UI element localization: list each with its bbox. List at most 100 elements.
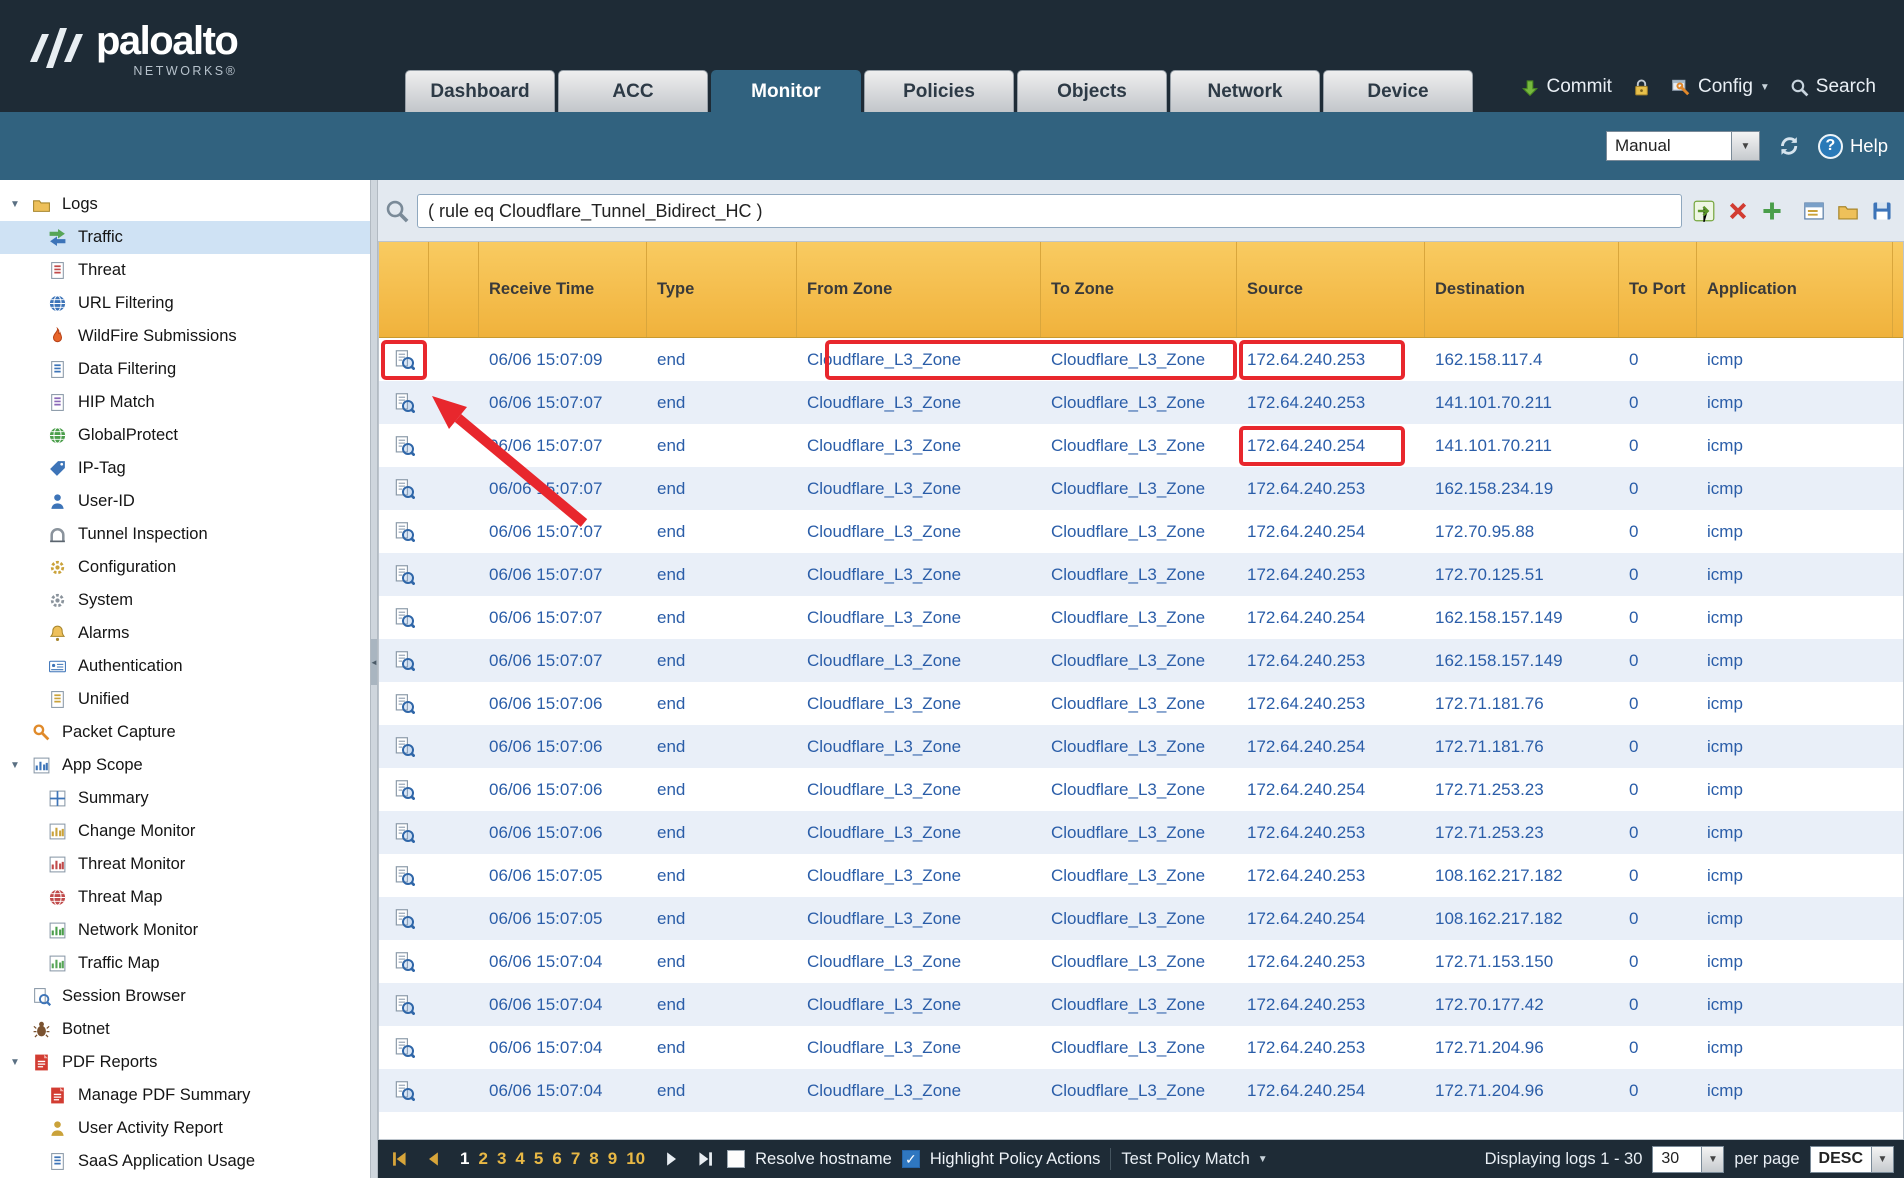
cell-application[interactable]: icmp bbox=[1697, 565, 1893, 585]
cell-source[interactable]: 172.64.240.254 bbox=[1237, 737, 1425, 757]
log-detail-icon[interactable] bbox=[379, 1037, 429, 1058]
cell-source[interactable]: 172.64.240.253 bbox=[1237, 350, 1425, 370]
cell-from-zone[interactable]: Cloudflare_L3_Zone bbox=[797, 350, 1041, 370]
cell-action[interactable]: a bbox=[1893, 866, 1904, 886]
cell-from-zone[interactable]: Cloudflare_L3_Zone bbox=[797, 995, 1041, 1015]
cell-destination[interactable]: 172.70.95.88 bbox=[1425, 522, 1619, 542]
log-detail-icon[interactable] bbox=[379, 607, 429, 628]
cell-action[interactable]: a bbox=[1893, 1038, 1904, 1058]
cell-to-zone[interactable]: Cloudflare_L3_Zone bbox=[1041, 608, 1237, 628]
log-detail-icon[interactable] bbox=[379, 908, 429, 929]
cell-application[interactable]: icmp bbox=[1697, 995, 1893, 1015]
cell-action[interactable]: a bbox=[1893, 522, 1904, 542]
tab-device[interactable]: Device bbox=[1323, 70, 1473, 112]
cell-from-zone[interactable]: Cloudflare_L3_Zone bbox=[797, 436, 1041, 456]
commit-interval-select[interactable]: Manual ▼ bbox=[1606, 131, 1760, 161]
cell-destination[interactable]: 172.71.153.150 bbox=[1425, 952, 1619, 972]
cell-application[interactable]: icmp bbox=[1697, 393, 1893, 413]
sidebar-item-threat-map[interactable]: Threat Map bbox=[0, 881, 370, 914]
cell-to-zone[interactable]: Cloudflare_L3_Zone bbox=[1041, 823, 1237, 843]
sidebar-item-app-scope[interactable]: ▼App Scope bbox=[0, 749, 370, 782]
cell-to-port[interactable]: 0 bbox=[1619, 393, 1697, 413]
clear-filter-button[interactable] bbox=[1723, 197, 1752, 226]
sidebar-item-network-monitor[interactable]: Network Monitor bbox=[0, 914, 370, 947]
cell-to-zone[interactable]: Cloudflare_L3_Zone bbox=[1041, 651, 1237, 671]
cell-action[interactable]: a bbox=[1893, 909, 1904, 929]
cell-from-zone[interactable]: Cloudflare_L3_Zone bbox=[797, 866, 1041, 886]
cell-action[interactable]: a bbox=[1893, 995, 1904, 1015]
cell-destination[interactable]: 172.70.125.51 bbox=[1425, 565, 1619, 585]
cell-application[interactable]: icmp bbox=[1697, 436, 1893, 456]
search-button[interactable]: Search bbox=[1790, 76, 1876, 98]
cell-destination[interactable]: 141.101.70.211 bbox=[1425, 393, 1619, 413]
column-header-action[interactable]: A bbox=[1893, 242, 1904, 337]
log-detail-icon[interactable] bbox=[379, 349, 429, 370]
sidebar-item-summary[interactable]: Summary bbox=[0, 782, 370, 815]
cell-application[interactable]: icmp bbox=[1697, 694, 1893, 714]
sidebar-item-authentication[interactable]: Authentication bbox=[0, 650, 370, 683]
cell-from-zone[interactable]: Cloudflare_L3_Zone bbox=[797, 651, 1041, 671]
sidebar-item-ip-tag[interactable]: IP-Tag bbox=[0, 452, 370, 485]
cell-to-zone[interactable]: Cloudflare_L3_Zone bbox=[1041, 780, 1237, 800]
sidebar-item-packet-capture[interactable]: Packet Capture bbox=[0, 716, 370, 749]
page-number-8[interactable]: 8 bbox=[589, 1149, 598, 1169]
cell-application[interactable]: icmp bbox=[1697, 1038, 1893, 1058]
log-detail-icon[interactable] bbox=[379, 1080, 429, 1101]
cell-application[interactable]: icmp bbox=[1697, 651, 1893, 671]
sidebar-item-user-activity-report[interactable]: User Activity Report bbox=[0, 1112, 370, 1145]
cell-to-port[interactable]: 0 bbox=[1619, 909, 1697, 929]
cell-to-zone[interactable]: Cloudflare_L3_Zone bbox=[1041, 522, 1237, 542]
collapse-sidebar-handle[interactable]: ◄ bbox=[371, 639, 377, 685]
cell-to-zone[interactable]: Cloudflare_L3_Zone bbox=[1041, 1081, 1237, 1101]
cell-source[interactable]: 172.64.240.253 bbox=[1237, 952, 1425, 972]
column-header-type[interactable]: Type bbox=[647, 242, 797, 337]
column-header-from-zone[interactable]: From Zone bbox=[797, 242, 1041, 337]
cell-from-zone[interactable]: Cloudflare_L3_Zone bbox=[797, 909, 1041, 929]
sidebar-item-wildfire-submissions[interactable]: WildFire Submissions bbox=[0, 320, 370, 353]
cell-application[interactable]: icmp bbox=[1697, 522, 1893, 542]
cell-to-port[interactable]: 0 bbox=[1619, 522, 1697, 542]
filter-query-input[interactable] bbox=[417, 194, 1682, 228]
cell-source[interactable]: 172.64.240.254 bbox=[1237, 436, 1425, 456]
cell-from-zone[interactable]: Cloudflare_L3_Zone bbox=[797, 1081, 1041, 1101]
cell-from-zone[interactable]: Cloudflare_L3_Zone bbox=[797, 608, 1041, 628]
first-page-button[interactable] bbox=[388, 1147, 412, 1171]
cell-to-port[interactable]: 0 bbox=[1619, 479, 1697, 499]
cell-destination[interactable]: 172.71.181.76 bbox=[1425, 694, 1619, 714]
cell-destination[interactable]: 172.71.204.96 bbox=[1425, 1081, 1619, 1101]
sidebar-splitter[interactable]: ◄ bbox=[370, 180, 378, 1178]
sidebar-item-alarms[interactable]: Alarms bbox=[0, 617, 370, 650]
page-number-2[interactable]: 2 bbox=[478, 1149, 487, 1169]
cell-source[interactable]: 172.64.240.253 bbox=[1237, 393, 1425, 413]
cell-to-zone[interactable]: Cloudflare_L3_Zone bbox=[1041, 952, 1237, 972]
cell-action[interactable]: a bbox=[1893, 823, 1904, 843]
sidebar-item-user-id[interactable]: User-ID bbox=[0, 485, 370, 518]
sidebar-item-configuration[interactable]: Configuration bbox=[0, 551, 370, 584]
page-number-5[interactable]: 5 bbox=[534, 1149, 543, 1169]
tab-objects[interactable]: Objects bbox=[1017, 70, 1167, 112]
cell-destination[interactable]: 172.71.204.96 bbox=[1425, 1038, 1619, 1058]
cell-to-port[interactable]: 0 bbox=[1619, 608, 1697, 628]
log-detail-icon[interactable] bbox=[379, 779, 429, 800]
cell-action[interactable]: a bbox=[1893, 1081, 1904, 1101]
cell-action[interactable]: a bbox=[1893, 479, 1904, 499]
cell-source[interactable]: 172.64.240.253 bbox=[1237, 479, 1425, 499]
sort-order-select[interactable]: DESC ▼ bbox=[1810, 1146, 1894, 1173]
log-detail-icon[interactable] bbox=[379, 478, 429, 499]
cell-source[interactable]: 172.64.240.253 bbox=[1237, 1038, 1425, 1058]
last-page-button[interactable] bbox=[693, 1147, 717, 1171]
sidebar-item-botnet[interactable]: Botnet bbox=[0, 1013, 370, 1046]
sidebar-item-data-filtering[interactable]: Data Filtering bbox=[0, 353, 370, 386]
sidebar-item-threat[interactable]: Threat bbox=[0, 254, 370, 287]
cell-to-zone[interactable]: Cloudflare_L3_Zone bbox=[1041, 866, 1237, 886]
cell-to-port[interactable]: 0 bbox=[1619, 995, 1697, 1015]
cell-application[interactable]: icmp bbox=[1697, 866, 1893, 886]
column-header-destination[interactable]: Destination bbox=[1425, 242, 1619, 337]
test-policy-match-dropdown[interactable]: Test Policy Match ▼ bbox=[1121, 1150, 1267, 1169]
column-header-source[interactable]: Source bbox=[1237, 242, 1425, 337]
cell-to-zone[interactable]: Cloudflare_L3_Zone bbox=[1041, 737, 1237, 757]
tab-dashboard[interactable]: Dashboard bbox=[405, 70, 555, 112]
sidebar-item-unified[interactable]: Unified bbox=[0, 683, 370, 716]
cell-to-port[interactable]: 0 bbox=[1619, 350, 1697, 370]
config-menu[interactable]: Config ▼ bbox=[1671, 76, 1770, 98]
